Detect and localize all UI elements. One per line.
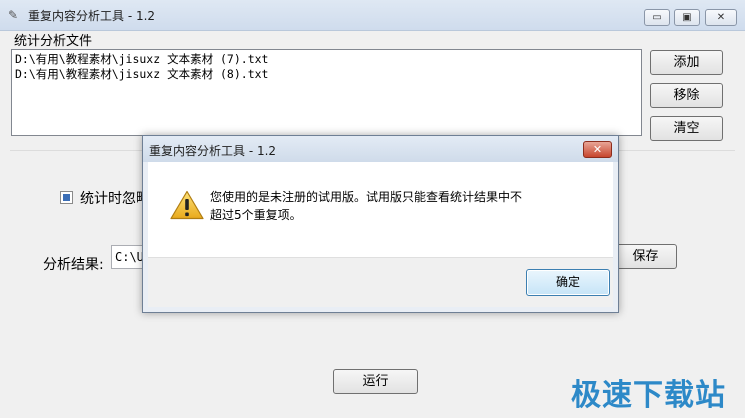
window-title: 重复内容分析工具 - 1.2	[28, 9, 156, 23]
files-group-label: 统计分析文件	[14, 34, 93, 49]
ignore-checkbox-label: 统计时忽略	[80, 191, 150, 207]
run-button[interactable]: 运行	[333, 369, 418, 394]
dialog-body: 您使用的是未注册的试用版。试用版只能查看统计结果中不超过5个重复项。	[148, 162, 613, 257]
warning-icon	[170, 190, 204, 220]
dialog-footer: 确定	[148, 257, 613, 307]
dialog-titlebar: 重复内容分析工具 - 1.2 ✕	[143, 136, 618, 162]
remove-button[interactable]: 移除	[650, 83, 723, 108]
dialog-close-button[interactable]: ✕	[583, 141, 612, 158]
window-close-button[interactable]: ✕	[705, 9, 737, 26]
restore-button[interactable]: ▣	[674, 9, 700, 26]
dialog-title: 重复内容分析工具 - 1.2	[149, 144, 277, 158]
checkbox-mark	[63, 194, 70, 201]
ignore-checkbox[interactable]	[60, 191, 73, 204]
window-titlebar: ✎ 重复内容分析工具 - 1.2 ▭ ▣ ✕	[0, 0, 745, 31]
app-icon: ✎	[8, 8, 19, 22]
dialog-message: 您使用的是未注册的试用版。试用版只能查看统计结果中不超过5个重复项。	[210, 190, 523, 222]
file-list[interactable]: D:\有用\教程素材\jisuxz 文本素材 (7).txt D:\有用\教程素…	[11, 49, 642, 136]
save-button[interactable]: 保存	[614, 244, 677, 269]
result-label: 分析结果:	[43, 257, 104, 273]
ok-button[interactable]: 确定	[526, 269, 610, 296]
minimize-button[interactable]: ▭	[644, 9, 670, 26]
file-list-item[interactable]: D:\有用\教程素材\jisuxz 文本素材 (8).txt	[15, 67, 638, 82]
add-button[interactable]: 添加	[650, 50, 723, 75]
trial-warning-dialog: 重复内容分析工具 - 1.2 ✕ 您使用的是未注册的试用版。试用版只能查看统计结…	[142, 135, 619, 313]
watermark-logo: 极速下载站	[571, 378, 726, 413]
file-list-item[interactable]: D:\有用\教程素材\jisuxz 文本素材 (7).txt	[15, 52, 638, 67]
clear-button[interactable]: 清空	[650, 116, 723, 141]
